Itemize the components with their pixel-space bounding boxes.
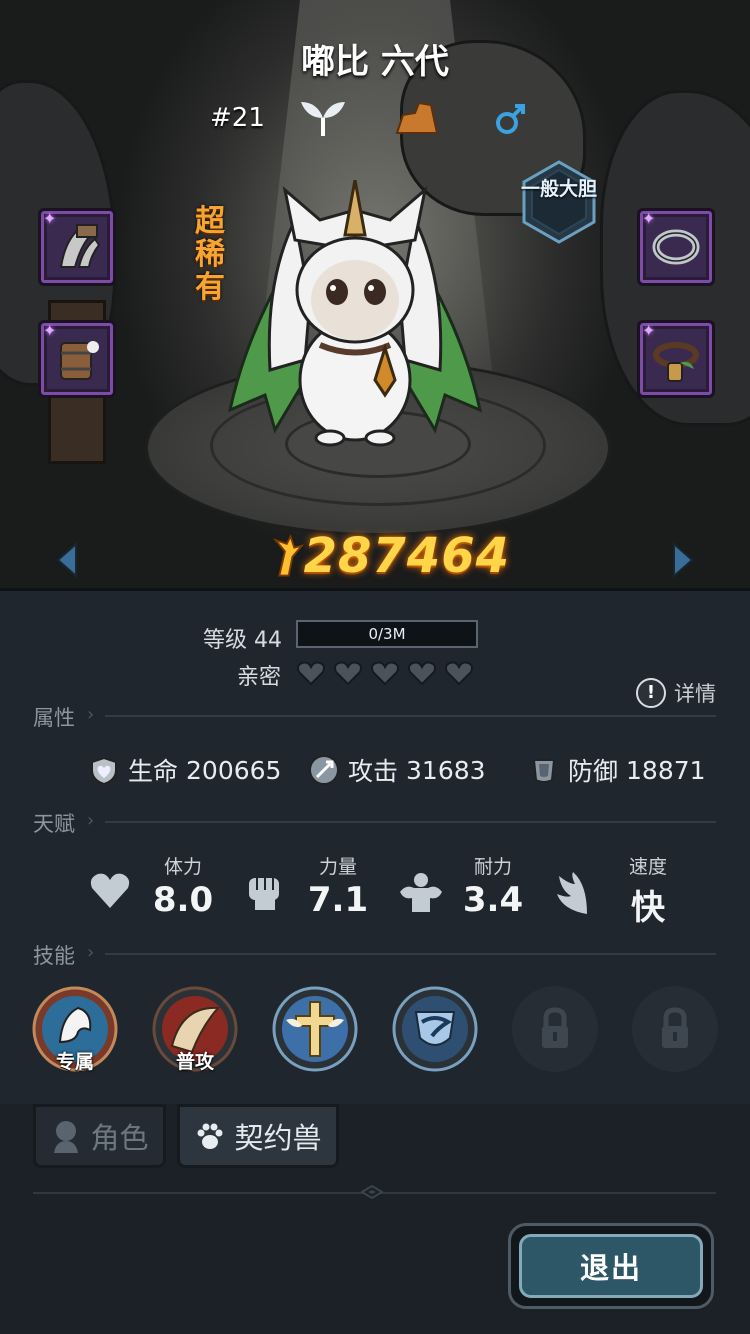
rock-icon	[394, 100, 440, 136]
muscle-icon	[400, 873, 442, 912]
talent-strength: 力量 7.1	[243, 852, 383, 922]
talent-endurance-value: 3.4	[462, 880, 524, 920]
chevron-right-icon: ›	[87, 942, 95, 963]
talent-endurance: 耐力 3.4	[398, 852, 538, 922]
previous-pet-arrow-icon[interactable]	[52, 540, 82, 580]
attribute-defense-label: 防御	[568, 757, 619, 786]
chevron-right-icon: ›	[87, 704, 95, 725]
section-skills-label: 技能	[33, 944, 75, 968]
male-icon	[494, 100, 528, 136]
chevron-right-icon: ›	[87, 810, 95, 831]
talent-speed-label: 速度	[628, 856, 667, 878]
heart-empty-icon	[334, 661, 362, 686]
power-display: 287464	[270, 528, 510, 584]
power-value: 287464	[303, 528, 510, 584]
armor-icon	[532, 759, 556, 783]
exp-text: 0/3M	[368, 625, 406, 643]
skill-badge: 专属	[55, 1051, 94, 1073]
section-talents: 天赋 ›	[33, 808, 716, 836]
attribute-hp-value: 200665	[186, 755, 282, 785]
attribute-attack-value: 31683	[406, 755, 486, 785]
heart-shield-icon	[91, 756, 117, 786]
paw-icon	[197, 1123, 223, 1149]
heart-icon	[90, 873, 130, 908]
tab-character-label: 角色	[90, 1121, 149, 1155]
attribute-attack-label: 攻击	[348, 757, 399, 786]
level-label: 等级 44	[203, 628, 282, 653]
attribute-hp: 生命 200665	[88, 752, 281, 788]
claw-equipment-icon	[59, 224, 101, 268]
skill-slot-2[interactable]: 普攻	[152, 986, 238, 1073]
temperament-badge	[522, 160, 596, 244]
intimacy-hearts	[296, 660, 474, 686]
talent-speed: 速度 快	[553, 852, 693, 928]
rarity-label: 超稀有	[195, 204, 225, 305]
skill-slot-4[interactable]	[392, 986, 478, 1072]
fist-icon	[249, 878, 279, 910]
wind-shield-skill-icon	[392, 986, 478, 1072]
divider-ornament-icon	[361, 1185, 383, 1199]
attribute-defense-value: 18871	[626, 755, 706, 785]
skill-slot-5-locked	[512, 986, 598, 1072]
wing-icon	[557, 872, 587, 914]
exit-button[interactable]: 退出	[508, 1223, 714, 1309]
talent-strength-label: 力量	[318, 856, 357, 878]
tab-character[interactable]: 角色	[33, 1104, 166, 1168]
divider-line	[105, 953, 716, 955]
next-pet-arrow-icon[interactable]	[668, 540, 698, 580]
equipment-slot-right-2[interactable]: ✦	[637, 320, 715, 398]
skill-slot-3[interactable]	[272, 986, 358, 1072]
divider-line	[105, 821, 716, 823]
skill-badge: 普攻	[175, 1051, 214, 1073]
attribute-defense: 防御 18871	[528, 752, 706, 788]
section-attributes-label: 属性	[33, 706, 75, 730]
equipment-slot-right-1[interactable]: ✦	[637, 208, 715, 286]
skill-slot-1[interactable]: 专属	[32, 986, 118, 1073]
pet-number: #21	[210, 103, 265, 133]
exp-bar: 0/3M	[296, 620, 478, 648]
divider-line	[105, 715, 716, 717]
lock-icon	[542, 1007, 568, 1048]
talent-endurance-label: 耐力	[473, 856, 512, 878]
collar-equipment-icon	[653, 342, 699, 382]
tab-contract-beast-label: 契约兽	[234, 1121, 322, 1155]
pet-scene: 嘟比 六代 #21 超稀有 一般大胆 ✦ ✦ ✦ ✦ 287464	[0, 0, 750, 588]
talent-stamina-label: 体力	[163, 856, 202, 878]
barrel-equipment-icon	[60, 341, 99, 380]
sword-icon	[309, 755, 339, 785]
equipment-slot-left-1[interactable]: ✦	[38, 208, 116, 286]
talent-strength-value: 7.1	[307, 880, 369, 920]
intimacy-label: 亲密	[237, 665, 282, 690]
skill-slot-6-locked	[632, 986, 718, 1072]
lock-icon	[662, 1007, 688, 1048]
character-icon	[54, 1121, 79, 1153]
talent-speed-value: 快	[631, 888, 665, 928]
tab-contract-beast[interactable]: 契约兽	[177, 1104, 339, 1168]
exit-button-label: 退出	[519, 1234, 703, 1298]
section-attributes: 属性 ›	[33, 702, 716, 730]
pet-creature-image	[227, 180, 483, 447]
holy-cross-skill-icon	[272, 986, 358, 1072]
power-claw-icon	[272, 533, 304, 577]
attribute-hp-label: 生命	[128, 757, 179, 786]
talent-stamina: 体力 8.0	[88, 852, 228, 922]
pet-name: 嘟比 六代	[301, 42, 449, 82]
attribute-attack: 攻击 31683	[308, 752, 486, 788]
heart-empty-icon	[408, 661, 436, 686]
heart-empty-icon	[297, 661, 325, 686]
ring-equipment-icon	[652, 229, 700, 265]
talent-stamina-value: 8.0	[152, 880, 214, 920]
section-talents-label: 天赋	[33, 812, 75, 836]
sprout-icon	[297, 100, 349, 136]
temperament-label: 一般大胆	[520, 178, 597, 200]
equipment-slot-left-2[interactable]: ✦	[38, 320, 116, 398]
section-skills: 技能 ›	[33, 940, 716, 968]
heart-empty-icon	[445, 661, 473, 686]
heart-empty-icon	[371, 661, 399, 686]
